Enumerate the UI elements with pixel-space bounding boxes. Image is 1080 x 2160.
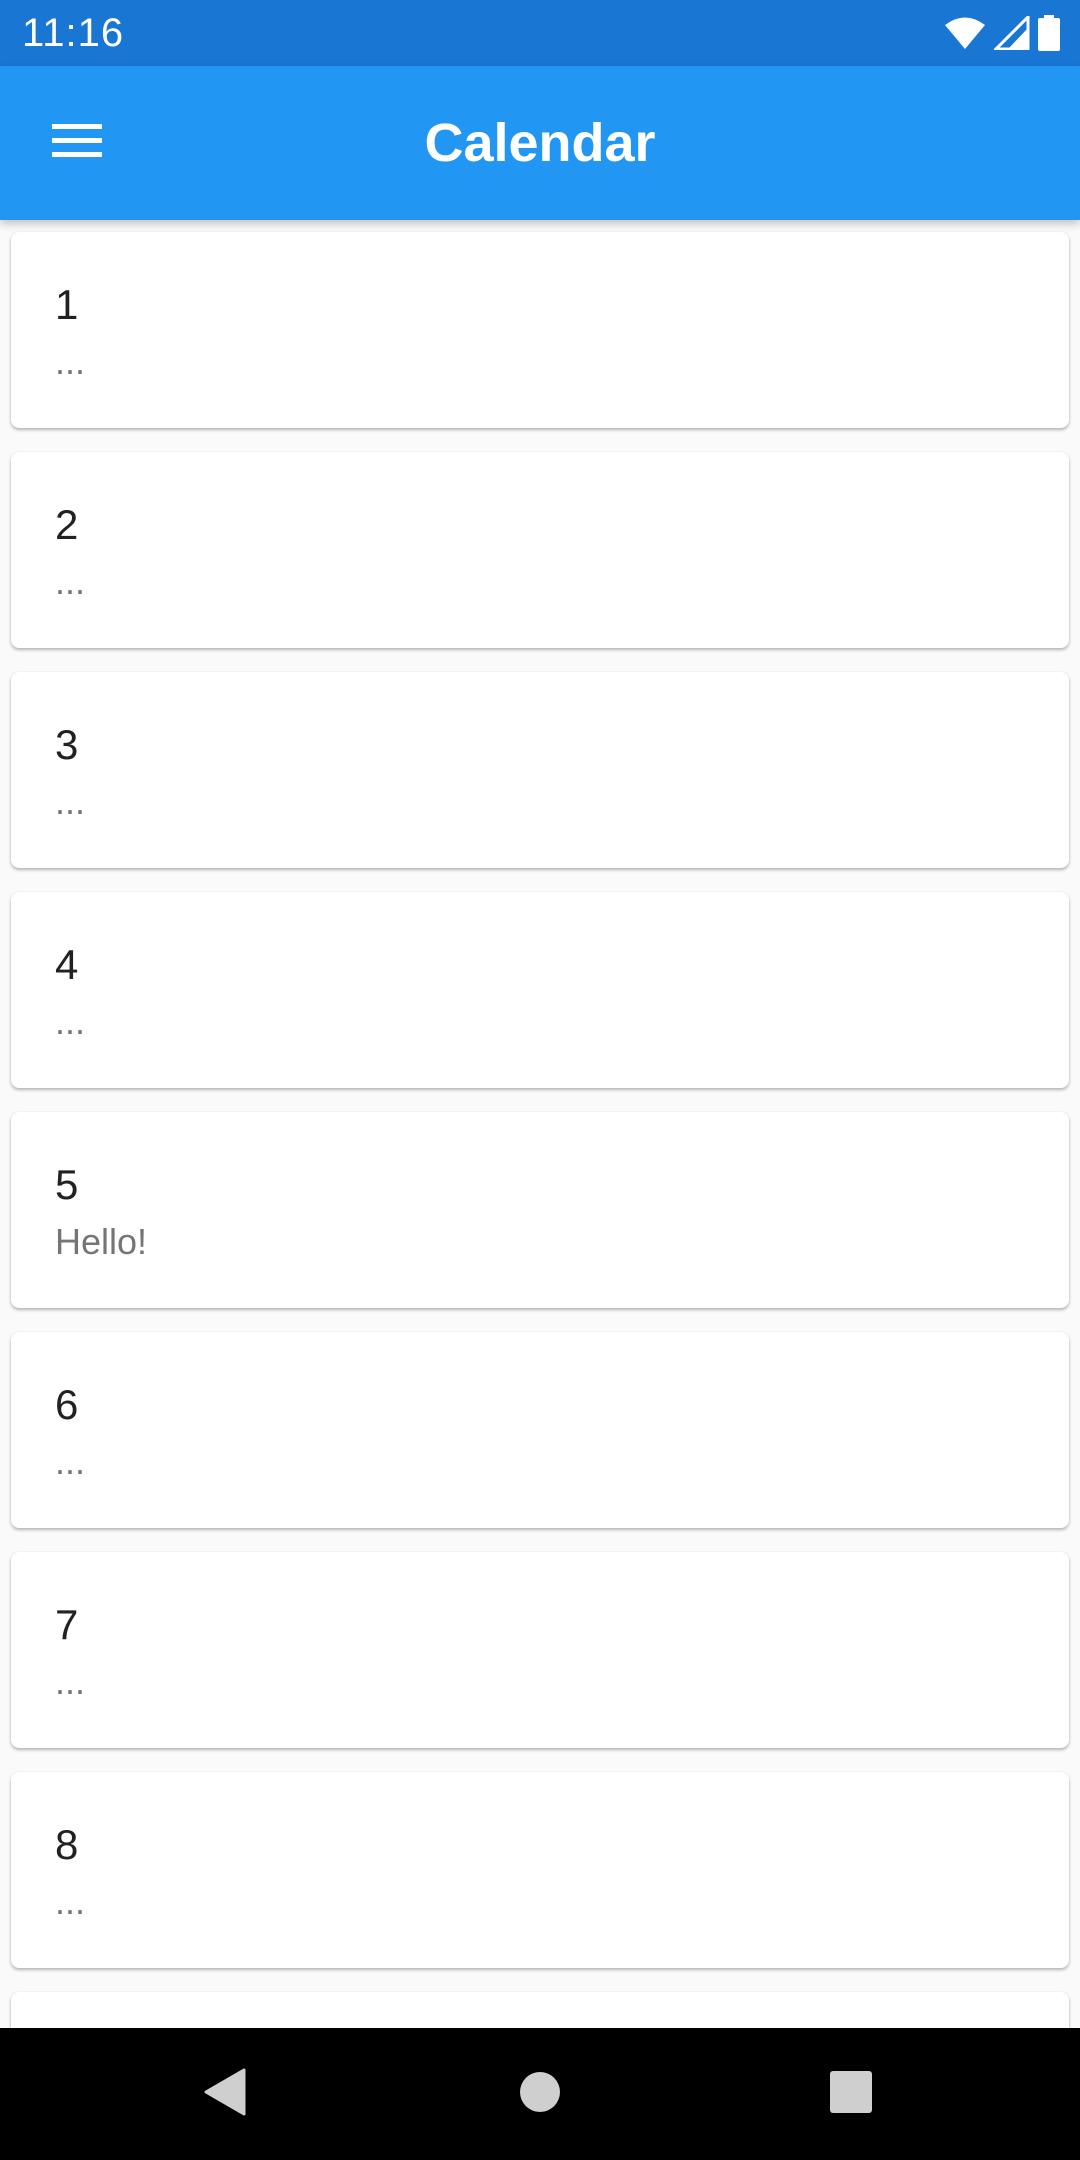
back-icon xyxy=(204,2068,248,2121)
navigation-bar xyxy=(0,2028,1080,2160)
back-button[interactable] xyxy=(186,2054,266,2134)
screen: 11:16 Calendar 1 ... 2 ... 3 ... 4 ... 5… xyxy=(0,0,1080,2160)
hamburger-menu-icon xyxy=(52,123,102,163)
list-item[interactable]: 3 ... xyxy=(11,672,1069,868)
list-item[interactable]: 5 Hello! xyxy=(11,1112,1069,1308)
signal-icon xyxy=(994,16,1030,50)
list-item[interactable]: 6 ... xyxy=(11,1332,1069,1528)
list-item[interactable]: 4 ... xyxy=(11,892,1069,1088)
app-bar: Calendar xyxy=(0,66,1080,220)
list-item[interactable]: 1 ... xyxy=(11,232,1069,428)
list-item-title: 5 xyxy=(55,1161,79,1208)
list-item-title: 7 xyxy=(55,1601,79,1648)
status-bar: 11:16 xyxy=(0,0,1080,66)
menu-button[interactable] xyxy=(40,110,114,176)
list-item-title: 4 xyxy=(55,941,79,988)
list-item-title: 1 xyxy=(55,281,79,328)
list-item-partial[interactable] xyxy=(11,1992,1069,2028)
recents-button[interactable] xyxy=(811,2054,891,2134)
wifi-icon xyxy=(944,16,986,50)
list-item-subtitle: ... xyxy=(55,1001,86,1042)
list-item-title: 2 xyxy=(55,501,79,548)
list-item[interactable]: 7 ... xyxy=(11,1552,1069,1748)
list-item-subtitle: ... xyxy=(55,1441,86,1482)
list-item[interactable]: 8 ... xyxy=(11,1772,1069,1968)
list-item-title: 6 xyxy=(55,1381,79,1428)
list-item[interactable]: 2 ... xyxy=(11,452,1069,648)
list-item-subtitle: ... xyxy=(55,561,86,602)
list-item-title: 3 xyxy=(55,721,79,768)
status-icons xyxy=(944,13,1060,53)
page-title: Calendar xyxy=(424,113,656,173)
list-item-subtitle: ... xyxy=(55,1881,86,1922)
status-time: 11:16 xyxy=(22,11,125,55)
list-item-subtitle: ... xyxy=(55,341,86,382)
battery-icon xyxy=(1038,15,1060,51)
list-item-subtitle: ... xyxy=(55,781,86,822)
day-list[interactable]: 1 ... 2 ... 3 ... 4 ... 5 Hello! 6 ... 7… xyxy=(0,220,1080,2028)
home-icon xyxy=(519,2071,561,2118)
recents-icon xyxy=(829,2070,873,2119)
list-item-subtitle: ... xyxy=(55,1661,86,1702)
list-item-subtitle: Hello! xyxy=(55,1221,148,1262)
home-button[interactable] xyxy=(500,2054,580,2134)
list-item-title: 8 xyxy=(55,1821,79,1868)
